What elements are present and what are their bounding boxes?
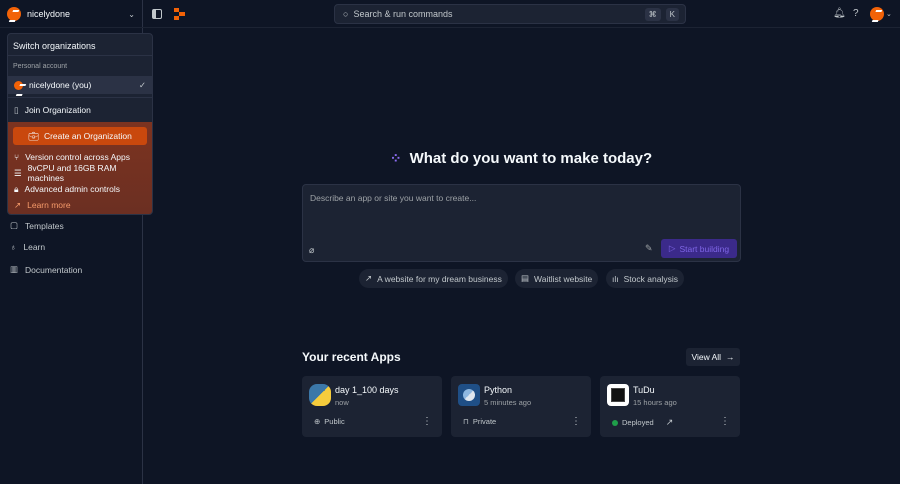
door-icon: ▯ <box>14 104 19 115</box>
app-card[interactable]: day 1_100 days now ⊕ Public ⋮ <box>302 376 442 437</box>
briefcase-icon: 💼︎ <box>28 130 39 141</box>
sidebar-toggle-icon[interactable] <box>152 9 162 19</box>
pen-icon[interactable]: ✎ <box>645 243 653 254</box>
suggestion-chip[interactable]: ↗ A website for my dream business <box>359 269 508 288</box>
org-switcher[interactable]: nicelydone ⌄ <box>7 7 135 21</box>
visibility-label: Private <box>472 417 497 426</box>
lock-icon: ⊓ <box>463 417 469 426</box>
start-building-button[interactable]: ▷ Start building <box>661 239 737 258</box>
view-all-button[interactable]: View All → <box>686 348 740 366</box>
create-organization-button[interactable]: 💼︎ Create an Organization <box>13 127 147 145</box>
user-menu[interactable]: ⌄ <box>870 7 892 21</box>
bar-chart-icon: ılı <box>612 273 619 284</box>
more-options-icon[interactable]: ⋮ <box>720 416 730 427</box>
join-label: Join Organization <box>24 105 91 115</box>
status-dot-icon <box>612 419 618 426</box>
help-button[interactable]: ? <box>853 8 859 19</box>
app-time: 15 hours ago <box>633 398 677 407</box>
search-input[interactable]: ○ Search & run commands ⌘ K <box>334 4 686 24</box>
sidebar-item-documentation[interactable]: ▥ Documentation <box>10 264 82 275</box>
start-label: Start building <box>679 243 730 254</box>
app-time: 5 minutes ago <box>484 398 532 407</box>
arrow-right-icon: → <box>726 352 735 362</box>
app-name: Python <box>484 385 513 395</box>
bell-icon[interactable]: 🔔︎ <box>833 8 846 19</box>
recent-apps-title: Your recent Apps <box>302 350 401 364</box>
create-label: Create an Organization <box>43 131 132 141</box>
page-title: ⁘ What do you want to make today? <box>302 150 740 167</box>
python-icon <box>458 384 480 406</box>
suggestion-chip[interactable]: ılı Stock analysis <box>606 269 684 288</box>
more-options-icon[interactable]: ⋮ <box>422 416 432 427</box>
external-link-icon[interactable]: ↗ <box>666 417 674 428</box>
visibility-badge: ⊕ Public <box>314 417 345 426</box>
book-icon: ▥ <box>10 264 19 274</box>
view-all-label: View All <box>691 352 722 362</box>
chevron-down-icon: ⌄ <box>886 11 892 18</box>
paperclip-icon[interactable]: ⌀ <box>309 245 314 256</box>
file-icon: ▢ <box>10 220 19 230</box>
calendar-icon: ▤ <box>521 273 530 283</box>
user-avatar <box>870 7 884 21</box>
agent-icon: ⁘ <box>389 150 402 166</box>
deployment-status: Deployed ↗ <box>612 417 673 428</box>
prompt-placeholder: Describe an app or site you want to crea… <box>310 193 477 203</box>
trending-icon: ↗ <box>365 273 373 283</box>
app-card[interactable]: TuDu 15 hours ago Deployed ↗ ⋮ <box>600 376 740 437</box>
feature-item: 🔒︎ Advanced admin controls <box>8 181 152 197</box>
terminal-app-icon <box>607 384 629 406</box>
heading-text: What do you want to make today? <box>409 150 653 167</box>
section-label: Personal account <box>13 63 68 70</box>
menu-title: Switch organizations <box>8 34 152 56</box>
org-avatar <box>14 80 23 90</box>
learn-more-link[interactable]: ↗ Learn more <box>8 197 152 213</box>
lightbulb-icon: ♁ <box>10 242 17 252</box>
org-switch-menu: Switch organizations Personal account ni… <box>7 33 153 215</box>
chip-label: Stock analysis <box>623 273 678 284</box>
org-label: nicelydone (you) <box>29 80 92 90</box>
visibility-label: Deployed <box>622 418 654 427</box>
sidebar-item-label: Documentation <box>25 264 83 275</box>
python-icon <box>309 384 331 406</box>
kbd-cmd: ⌘ <box>644 7 661 21</box>
upgrade-panel: 💼︎ Create an Organization ⑂ Version contro… <box>8 122 152 214</box>
globe-icon: ⊕ <box>314 417 321 426</box>
sidebar-item-label: Learn <box>23 242 46 252</box>
feature-item: ☰ 8vCPU and 16GB RAM machines <box>8 163 152 183</box>
feature-label: Version control across Apps <box>25 152 130 162</box>
chip-label: Waitlist website <box>534 273 593 284</box>
feature-label: 8vCPU and 16GB RAM machines <box>27 163 117 183</box>
app-name: day 1_100 days <box>335 385 399 395</box>
chevron-down-icon: ⌄ <box>128 9 135 19</box>
sidebar-item-learn[interactable]: ♁ Learn <box>10 242 45 252</box>
more-options-icon[interactable]: ⋮ <box>571 416 581 427</box>
git-branch-icon: ⑂ <box>14 152 20 162</box>
search-icon: ○ <box>343 9 349 19</box>
send-icon: ▷ <box>668 243 676 253</box>
visibility-badge: ⊓ Private <box>463 417 496 426</box>
learn-more-label: Learn more <box>27 200 71 210</box>
lock-icon: 🔒︎ <box>14 183 19 194</box>
feature-label: Advanced admin controls <box>24 184 120 194</box>
search-placeholder: Search & run commands <box>353 9 453 19</box>
replit-logo-icon[interactable] <box>174 8 186 20</box>
check-icon: ✓ <box>138 79 146 90</box>
app-time: now <box>335 398 349 407</box>
chip-label: A website for my dream business <box>377 273 502 284</box>
sidebar-item-templates[interactable]: ▢ Templates <box>10 220 64 231</box>
visibility-label: Public <box>324 417 345 426</box>
app-card[interactable]: Python 5 minutes ago ⊓ Private ⋮ <box>451 376 591 437</box>
server-icon: ☰ <box>14 167 22 178</box>
replit-avatar-icon <box>7 7 21 21</box>
prompt-input[interactable]: Describe an app or site you want to crea… <box>302 184 741 262</box>
kbd-k: K <box>665 7 679 21</box>
org-item-personal[interactable]: nicelydone (you) ✓ <box>8 76 152 94</box>
org-name: nicelydone <box>27 9 71 19</box>
app-name: TuDu <box>633 385 655 395</box>
sidebar-item-label: Templates <box>25 220 64 231</box>
suggestion-chip[interactable]: ▤ Waitlist website <box>515 269 599 288</box>
external-link-icon: ↗ <box>14 199 22 210</box>
join-organization[interactable]: ▯ Join Organization <box>8 97 152 122</box>
